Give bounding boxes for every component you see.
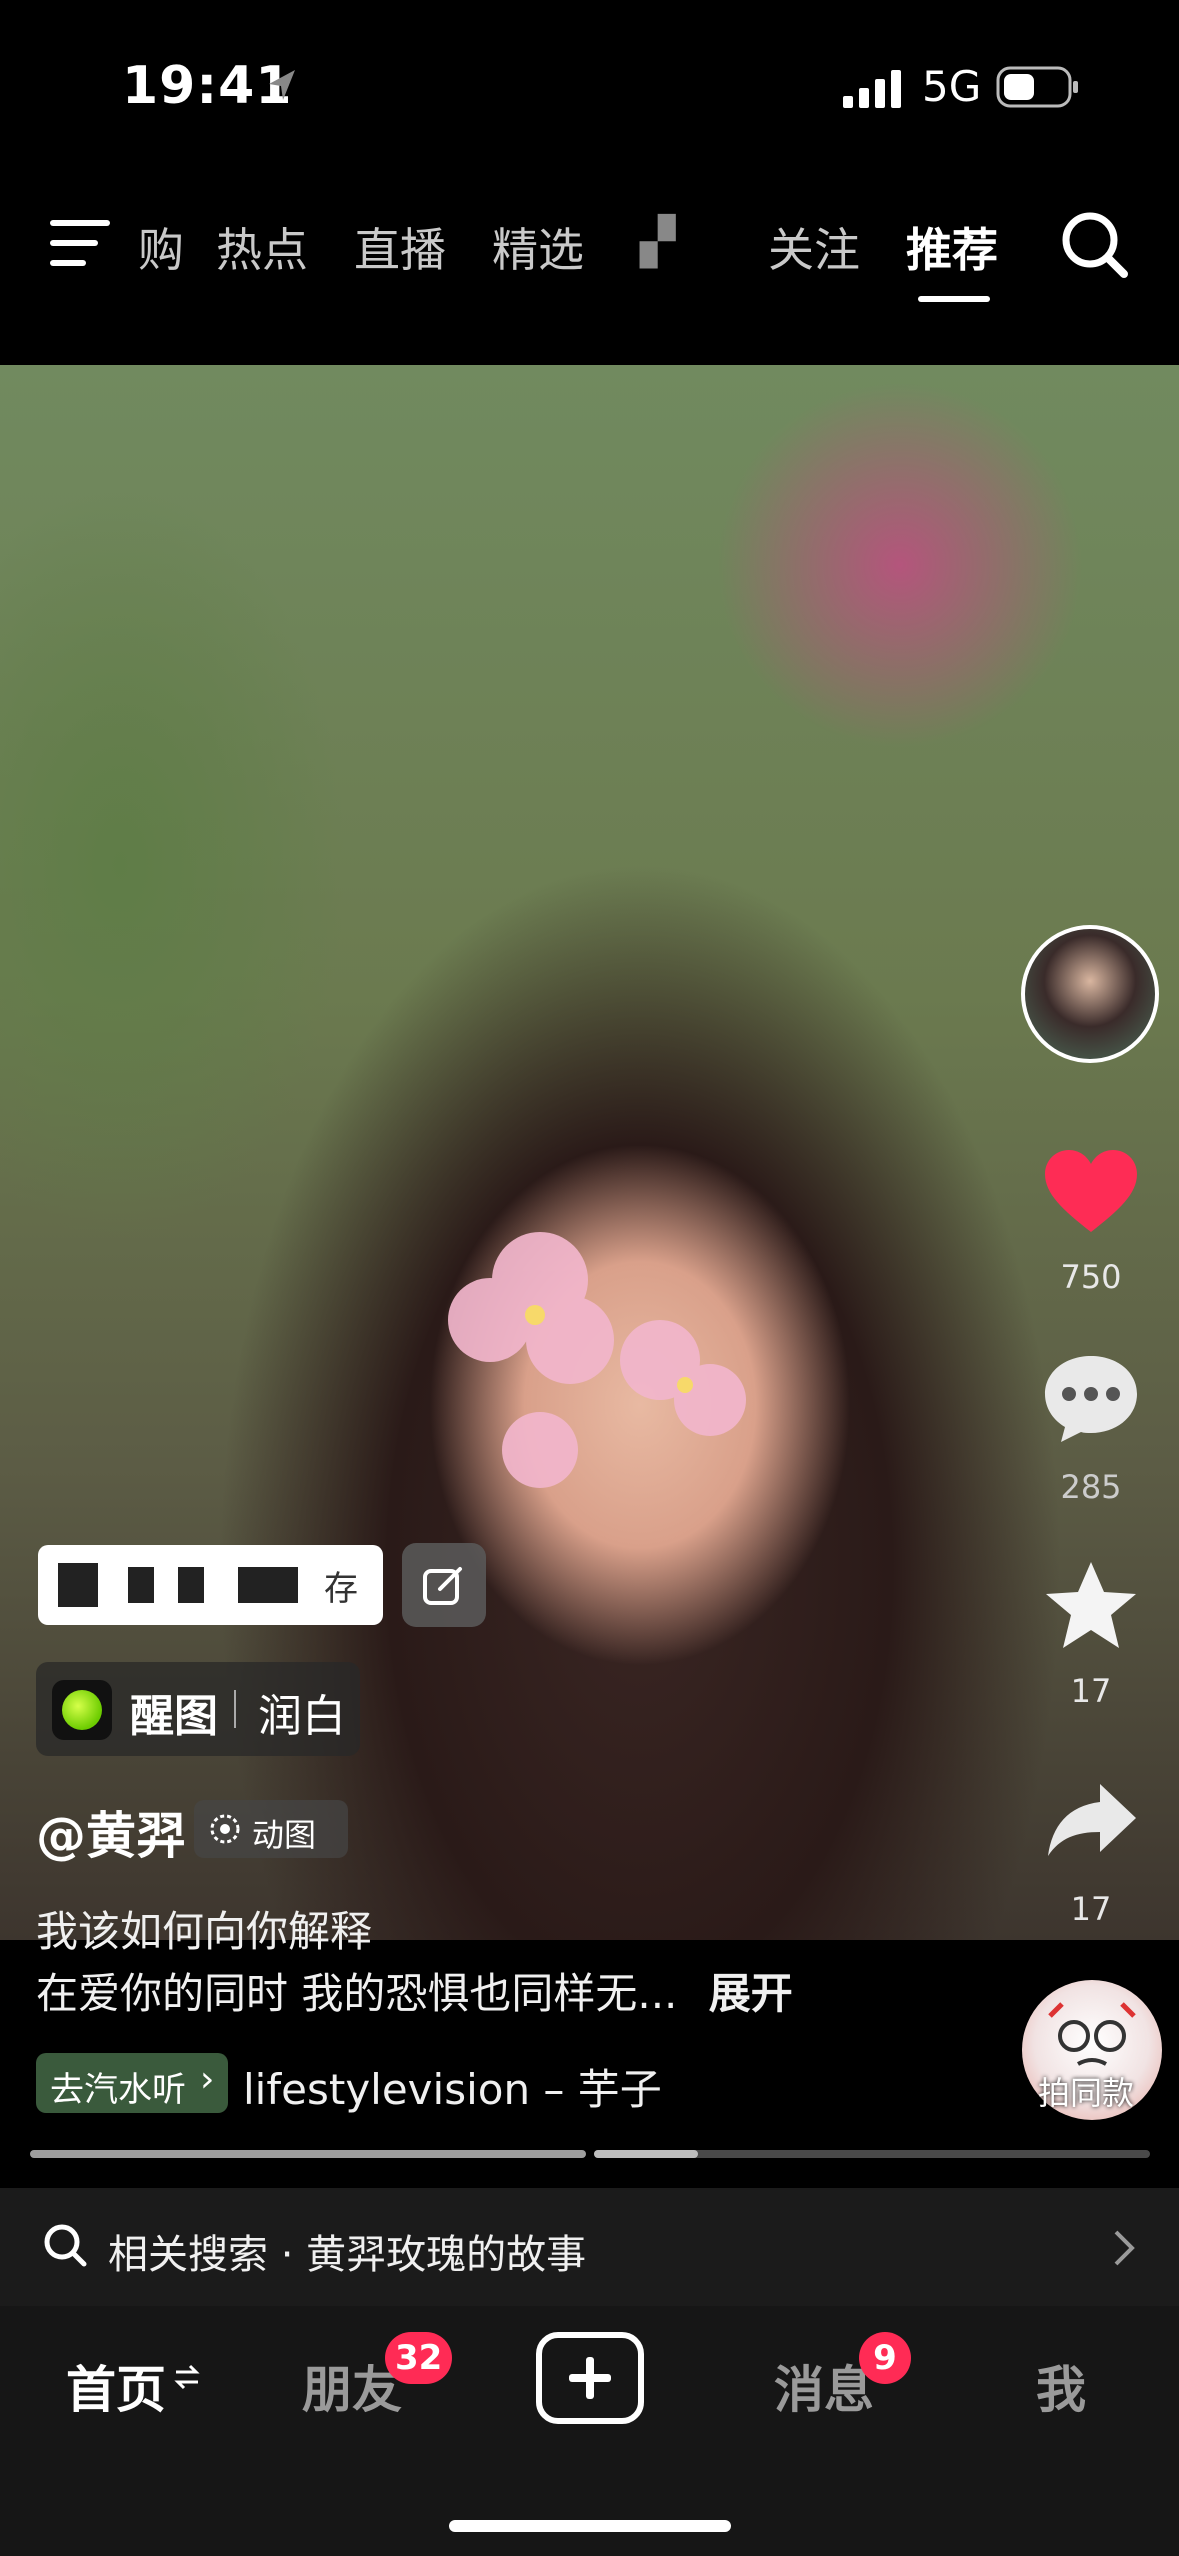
gif-chip: 动图 [194,1800,348,1858]
menu-icon[interactable] [50,218,114,268]
comment-count: 285 [1060,1468,1122,1506]
gif-icon [210,1814,240,1844]
music-title[interactable]: lifestylevision – 芋子 [243,2056,662,2117]
expand-link[interactable]: 展开 [709,1969,793,2018]
redacted-block [238,1567,298,1603]
share-count: 17 [1070,1890,1112,1928]
app-logo-dot [62,1690,102,1730]
music-chip-label: 去汽水听 [50,2070,186,2110]
app-name: 醒图 [130,1691,218,1742]
filter-name: 润白 [258,1691,346,1742]
chevron-right-icon: › [200,2059,215,2100]
signal-icon [843,70,901,108]
battery-icon [996,66,1078,108]
chevron-right-icon [1114,2230,1135,2266]
search-icon[interactable] [1060,210,1130,280]
tab-live[interactable]: 直播 [354,214,446,280]
friends-badge: 32 [385,2332,453,2384]
favorite-star-icon[interactable] [1044,1560,1138,1650]
comment-icon[interactable] [1041,1352,1141,1444]
nav-me[interactable]: 我 [1036,2350,1086,2422]
share-arrow-icon[interactable] [1046,1782,1138,1858]
sticker-face-icon [1048,2002,1136,2066]
location-arrow-icon [269,70,295,100]
flowers-decoration [448,1232,746,1488]
redacted-block [178,1567,204,1603]
like-heart-icon[interactable] [1043,1148,1139,1234]
add-content-button[interactable] [536,2332,644,2424]
tab-featured[interactable]: 精选 [492,214,584,280]
same-style-button[interactable]: 拍同款 [1022,1980,1162,2120]
description-line-1: 我该如何向你解释 [36,1907,373,1956]
listen-on-qishui-chip[interactable]: 去汽水听 › [36,2053,228,2113]
same-style-label: 拍同款 [1038,2074,1135,2112]
network-type: 5G [922,62,982,111]
active-tab-underline [918,296,990,302]
description-line-2: 在爱你的同时 我的恐惧也同样无... 展开 [36,1960,793,2021]
chip-divider [234,1690,236,1728]
progress-segment-1 [30,2150,586,2158]
gif-label: 动图 [252,1816,317,1854]
switch-arrows-icon [174,2364,200,2390]
author-name[interactable]: @黄羿 [36,1796,186,1868]
save-label: 存 [324,1569,358,1609]
tab-hot[interactable]: 热点 [216,214,308,280]
description-text: 在爱你的同时 我的恐惧也同样无... [36,1969,678,2018]
messages-badge: 9 [859,2332,911,2384]
nav-home[interactable]: 首页 [66,2350,166,2422]
tab-following[interactable]: 关注 [768,214,860,280]
like-count: 750 [1060,1258,1122,1296]
save-chip[interactable]: 存 [38,1545,383,1625]
home-indicator [449,2520,731,2532]
tab-recommended[interactable]: 推荐 [906,214,998,280]
plus-icon [569,2357,611,2399]
tab-shop[interactable]: 购 [138,214,184,280]
edit-button[interactable] [402,1543,486,1627]
progress-segment-2-fill [594,2150,698,2158]
creator-avatar[interactable] [1021,925,1159,1063]
tab-redacted[interactable]: ▞ [640,214,675,268]
edit-icon [423,1567,462,1605]
redacted-block [58,1563,98,1607]
redacted-block [128,1567,154,1603]
favorite-count: 17 [1070,1672,1112,1710]
search-icon [44,2224,87,2267]
related-search-text: 相关搜索 · 黄羿玫瑰的故事 [108,2232,587,2278]
